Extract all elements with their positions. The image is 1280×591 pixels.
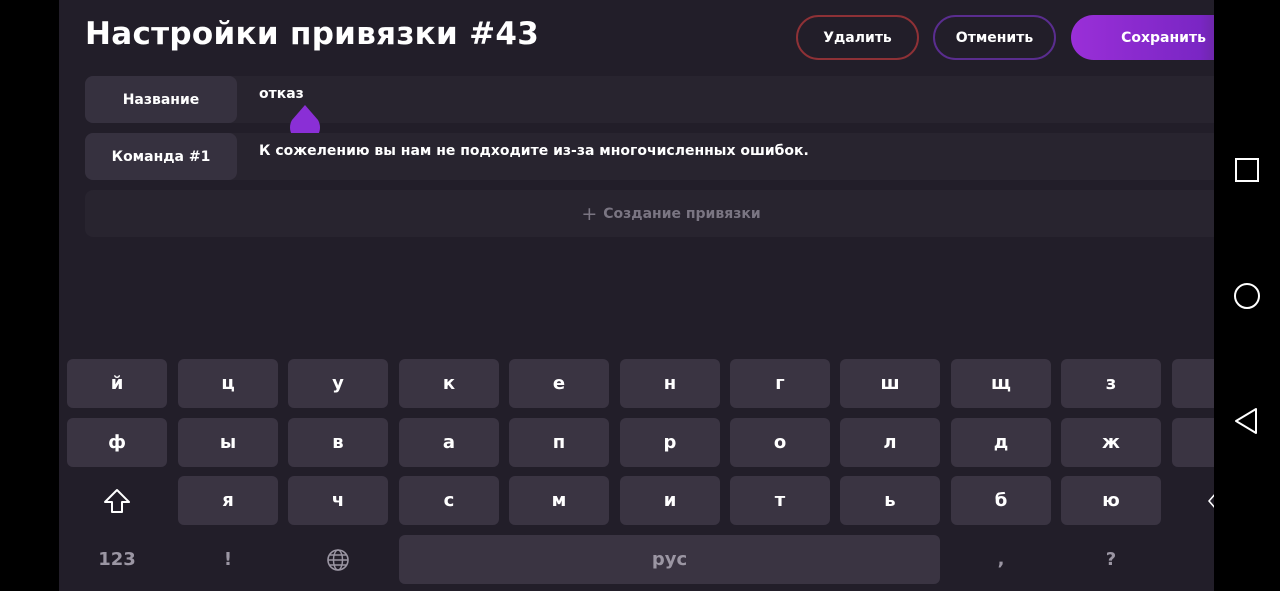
key[interactable]: м xyxy=(509,476,609,525)
comma-key[interactable]: , xyxy=(951,535,1051,584)
recent-apps-icon[interactable] xyxy=(1232,155,1262,185)
on-screen-keyboard: й ц у к е н г ш щ з х ф ы в а п р о л д … xyxy=(59,350,1214,591)
back-icon[interactable] xyxy=(1232,406,1262,436)
key[interactable]: ш xyxy=(840,359,940,408)
key[interactable]: щ xyxy=(951,359,1051,408)
backspace-icon xyxy=(1208,493,1214,508)
key[interactable]: б xyxy=(951,476,1051,525)
key[interactable]: ы xyxy=(178,418,278,467)
key[interactable]: ч xyxy=(288,476,388,525)
space-key[interactable]: рус xyxy=(399,535,940,584)
shift-icon xyxy=(104,488,130,513)
add-binding-label: Создание привязки xyxy=(603,205,761,222)
save-button[interactable]: Сохранить xyxy=(1071,15,1214,60)
cancel-button[interactable]: Отменить xyxy=(933,15,1056,60)
key[interactable]: д xyxy=(951,418,1051,467)
numbers-key[interactable]: 123 xyxy=(67,535,167,584)
name-field-input[interactable]: отказ xyxy=(259,86,304,102)
key[interactable]: р xyxy=(620,418,720,467)
command-field-input[interactable]: К сожелению вы нам не подходите из-за мн… xyxy=(259,143,809,159)
key[interactable]: с xyxy=(399,476,499,525)
binding-settings-screen: Настройки привязки #43 Удалить Отменить … xyxy=(59,0,1214,591)
key[interactable]: ю xyxy=(1061,476,1161,525)
key[interactable]: я xyxy=(178,476,278,525)
page-title: Настройки привязки #43 xyxy=(85,16,540,52)
name-field-label: Название xyxy=(85,76,237,123)
key[interactable]: ф xyxy=(67,418,167,467)
globe-icon xyxy=(327,548,349,571)
shift-key[interactable] xyxy=(67,476,167,525)
key[interactable]: т xyxy=(730,476,830,525)
key[interactable]: к xyxy=(399,359,499,408)
key[interactable]: а xyxy=(399,418,499,467)
question-key[interactable]: ? xyxy=(1061,535,1161,584)
backspace-key[interactable] xyxy=(1172,476,1214,525)
key[interactable]: в xyxy=(288,418,388,467)
delete-button[interactable]: Удалить xyxy=(796,15,919,60)
slash-key[interactable]: / xyxy=(1172,535,1214,584)
system-navigation-bar xyxy=(1214,0,1280,591)
language-key[interactable] xyxy=(288,535,388,584)
key[interactable]: л xyxy=(840,418,940,467)
command-field-row: Команда #1 К сожелению вы нам не подходи… xyxy=(85,133,1214,180)
key[interactable]: ц xyxy=(178,359,278,408)
add-binding-button[interactable]: + Создание привязки xyxy=(85,190,1214,237)
exclamation-key[interactable]: ! xyxy=(178,535,278,584)
key[interactable]: н xyxy=(620,359,720,408)
key[interactable]: у xyxy=(288,359,388,408)
key[interactable]: э xyxy=(1172,418,1214,467)
home-icon[interactable] xyxy=(1232,281,1262,311)
key[interactable]: е xyxy=(509,359,609,408)
plus-icon: + xyxy=(581,202,598,225)
key[interactable]: г xyxy=(730,359,830,408)
key[interactable]: з xyxy=(1061,359,1161,408)
key[interactable]: и xyxy=(620,476,720,525)
key[interactable]: о xyxy=(730,418,830,467)
key[interactable]: ь xyxy=(840,476,940,525)
key[interactable]: х xyxy=(1172,359,1214,408)
key[interactable]: ж xyxy=(1061,418,1161,467)
key[interactable]: й xyxy=(67,359,167,408)
name-field-row: Название отказ xyxy=(85,76,1214,123)
key[interactable]: п xyxy=(509,418,609,467)
command-field-label: Команда #1 xyxy=(85,133,237,180)
